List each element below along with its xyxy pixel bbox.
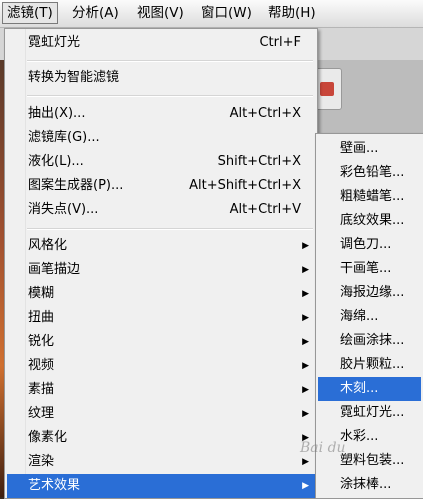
menu-item-distort[interactable]: 扭曲 ▶: [7, 306, 315, 330]
submenu-item-label: 海报边缘...: [340, 285, 405, 300]
submenu-item-colored-pencil[interactable]: 彩色铅笔...: [318, 161, 421, 185]
menu-filter[interactable]: 滤镜(T): [2, 2, 58, 24]
menu-item-label: 模糊: [28, 286, 55, 301]
submenu-item-label: 海绵...: [340, 309, 379, 324]
menu-item-shortcut: Alt+Ctrl+V: [229, 202, 301, 217]
submenu-item-palette-knife[interactable]: 调色刀...: [318, 233, 421, 257]
menu-analysis[interactable]: 分析(A): [68, 3, 123, 23]
menu-item-label: 纹理: [28, 406, 55, 421]
submenu-item-neon-glow[interactable]: 霓虹灯光...: [318, 401, 421, 425]
menu-item-label: 画笔描边: [28, 262, 81, 277]
menu-item-stylize[interactable]: 风格化 ▶: [7, 234, 315, 258]
submenu-item-label: 调色刀...: [340, 237, 392, 252]
submenu-item-rough-pastels[interactable]: 粗糙蜡笔...: [318, 185, 421, 209]
menu-item-label: 锐化: [28, 334, 55, 349]
menu-item-vanishing-point[interactable]: 消失点(V)... Alt+Ctrl+V: [7, 198, 315, 222]
submenu-arrow-icon: ▶: [302, 289, 309, 299]
menu-help[interactable]: 帮助(H): [264, 3, 320, 23]
submenu-item-label: 胶片颗粒...: [340, 357, 405, 372]
submenu-item-label: 木刻...: [340, 381, 379, 396]
filter-dropdown-menu: 霓虹灯光 Ctrl+F 转换为智能滤镜 抽出(X)... Alt+Ctrl+X …: [4, 28, 318, 499]
menu-item-pixelate[interactable]: 像素化 ▶: [7, 426, 315, 450]
menu-item-shortcut: Alt+Ctrl+X: [229, 106, 301, 121]
submenu-item-sponge[interactable]: 海绵...: [318, 305, 421, 329]
menu-separator: [27, 60, 313, 62]
watermark-logo: Bai du: [300, 440, 346, 456]
menu-item-label: 霓虹灯光: [28, 35, 81, 50]
submenu-arrow-icon: ▶: [302, 409, 309, 419]
menu-item-label: 抽出(X)...: [28, 106, 86, 121]
menu-item-label: 视频: [28, 358, 55, 373]
menu-item-label: 液化(L)...: [28, 154, 84, 169]
submenu-item-label: 霓虹灯光...: [340, 405, 405, 420]
submenu-item-underpainting[interactable]: 底纹效果...: [318, 209, 421, 233]
menu-item-artistic[interactable]: 艺术效果 ▶: [7, 474, 315, 498]
menu-item-label: 扭曲: [28, 310, 55, 325]
submenu-item-smudge-stick[interactable]: 涂抹棒...: [318, 473, 421, 497]
menu-bar: 滤镜(T) 分析(A) 视图(V) 窗口(W) 帮助(H): [0, 0, 423, 28]
menu-item-last-filter[interactable]: 霓虹灯光 Ctrl+F: [7, 31, 315, 55]
close-icon[interactable]: [320, 82, 334, 96]
submenu-arrow-icon: ▶: [302, 313, 309, 323]
submenu-item-paint-daubs[interactable]: 绘画涂抹...: [318, 329, 421, 353]
menu-item-pattern-maker[interactable]: 图案生成器(P)... Alt+Shift+Ctrl+X: [7, 174, 315, 198]
submenu-item-label: 绘画涂抹...: [340, 333, 405, 348]
submenu-item-cutout[interactable]: 木刻...: [318, 377, 421, 401]
menu-view[interactable]: 视图(V): [133, 3, 188, 23]
menu-item-render[interactable]: 渲染 ▶: [7, 450, 315, 474]
menu-item-brush-strokes[interactable]: 画笔描边 ▶: [7, 258, 315, 282]
menu-item-shortcut: Ctrl+F: [259, 35, 301, 50]
submenu-item-label: 壁画...: [340, 141, 379, 156]
submenu-arrow-icon: ▶: [302, 241, 309, 251]
menu-item-sketch[interactable]: 素描 ▶: [7, 378, 315, 402]
submenu-item-fresco[interactable]: 壁画...: [318, 137, 421, 161]
menu-item-sharpen[interactable]: 锐化 ▶: [7, 330, 315, 354]
menu-item-filter-gallery[interactable]: 滤镜库(G)...: [7, 126, 315, 150]
menu-item-label: 素描: [28, 382, 55, 397]
submenu-item-dry-brush[interactable]: 干画笔...: [318, 257, 421, 281]
menu-item-label: 像素化: [28, 430, 68, 445]
submenu-item-label: 涂抹棒...: [340, 477, 392, 492]
menu-item-video[interactable]: 视频 ▶: [7, 354, 315, 378]
menu-item-extract[interactable]: 抽出(X)... Alt+Ctrl+X: [7, 102, 315, 126]
submenu-arrow-icon: ▶: [302, 337, 309, 347]
menu-item-shortcut: Shift+Ctrl+X: [217, 154, 301, 169]
menu-item-liquify[interactable]: 液化(L)... Shift+Ctrl+X: [7, 150, 315, 174]
submenu-item-label: 彩色铅笔...: [340, 165, 405, 180]
menu-separator: [27, 95, 313, 97]
menu-item-convert-smart-filter[interactable]: 转换为智能滤镜: [7, 66, 315, 90]
submenu-item-label: 粗糙蜡笔...: [340, 189, 405, 204]
menu-item-shortcut: Alt+Shift+Ctrl+X: [189, 178, 301, 193]
menu-separator: [27, 228, 313, 230]
submenu-item-label: 底纹效果...: [340, 213, 405, 228]
submenu-arrow-icon: ▶: [302, 481, 309, 491]
menu-item-texture[interactable]: 纹理 ▶: [7, 402, 315, 426]
submenu-item-label: 干画笔...: [340, 261, 392, 276]
submenu-arrow-icon: ▶: [302, 385, 309, 395]
menu-item-label: 风格化: [28, 238, 68, 253]
submenu-item-poster-edges[interactable]: 海报边缘...: [318, 281, 421, 305]
submenu-arrow-icon: ▶: [302, 361, 309, 371]
menu-item-label: 艺术效果: [28, 478, 81, 493]
menu-window[interactable]: 窗口(W): [197, 3, 256, 23]
submenu-item-label: 塑料包装...: [340, 453, 405, 468]
menu-item-label: 消失点(V)...: [28, 202, 99, 217]
submenu-item-film-grain[interactable]: 胶片颗粒...: [318, 353, 421, 377]
menu-item-blur[interactable]: 模糊 ▶: [7, 282, 315, 306]
submenu-arrow-icon: ▶: [302, 265, 309, 275]
menu-item-label: 转换为智能滤镜: [28, 70, 120, 85]
menu-item-label: 图案生成器(P)...: [28, 178, 124, 193]
menu-item-label: 渲染: [28, 454, 55, 469]
menu-item-label: 滤镜库(G)...: [28, 130, 100, 145]
